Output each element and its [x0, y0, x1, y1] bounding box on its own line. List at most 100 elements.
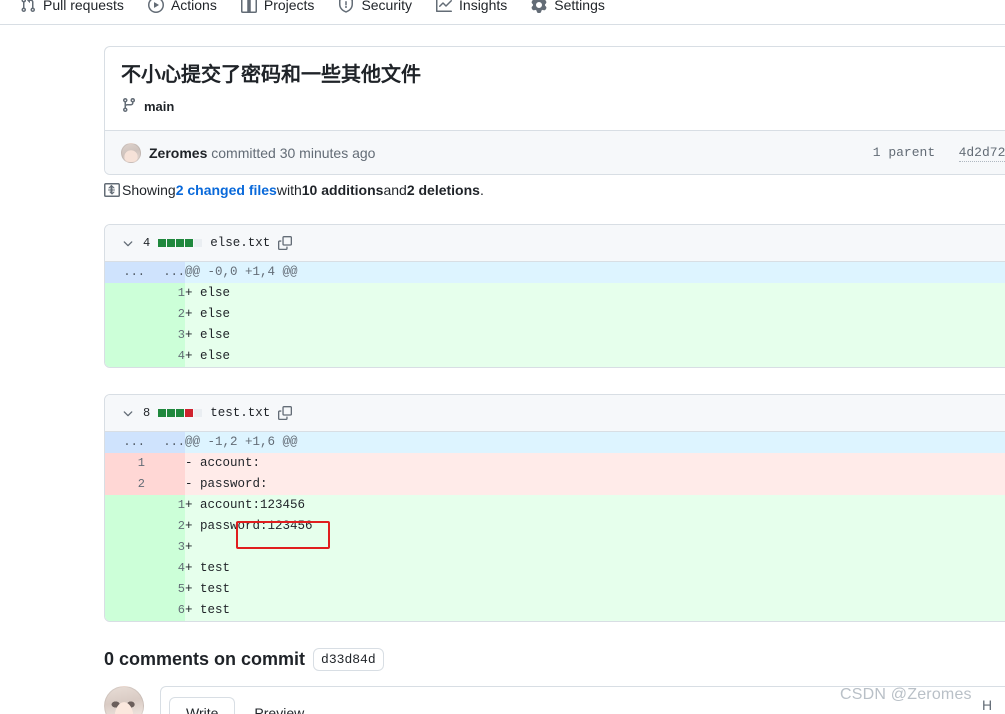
- nav-item-label: Actions: [170, 0, 217, 13]
- parent-label: 1 parent: [872, 145, 936, 160]
- commit-title: 不小心提交了密码和一些其他文件: [121, 64, 421, 86]
- user-avatar[interactable]: [104, 686, 144, 714]
- line-number-old: ...: [105, 432, 145, 453]
- line-number-new: [145, 453, 185, 474]
- branch-name[interactable]: main: [144, 99, 174, 114]
- commit-sha-badge[interactable]: d33d84d: [313, 648, 384, 671]
- diff-code-line: + else: [185, 325, 1005, 346]
- diff-code-line: + test: [185, 579, 1005, 600]
- nav-item-label: Insights: [459, 0, 508, 13]
- file-name[interactable]: else.txt: [210, 236, 270, 250]
- commit-time: committed 30 minutes ago: [211, 144, 376, 161]
- diff-row-add[interactable]: 6 + test: [105, 600, 1005, 621]
- line-number-new: 2: [145, 304, 185, 325]
- file-header: 4 else.txt: [105, 225, 1005, 262]
- play-circle-icon: [148, 0, 164, 13]
- tab-preview[interactable]: Preview: [237, 697, 321, 714]
- line-number-old: [105, 579, 145, 600]
- nav-item-projects[interactable]: Projects: [229, 0, 327, 22]
- line-number-old: ...: [105, 262, 145, 283]
- diff-row-add[interactable]: 5 + test: [105, 579, 1005, 600]
- line-number-old: [105, 346, 145, 367]
- nav-item-settings[interactable]: Settings: [519, 0, 617, 22]
- nav-item-label: Pull requests: [43, 0, 124, 13]
- diff-stat-bar: [158, 239, 203, 247]
- comments-heading: 0 comments on commit d33d84d: [104, 648, 384, 671]
- diff-row-del[interactable]: 1 - account:: [105, 453, 1005, 474]
- changed-files-link[interactable]: 2 changed files: [176, 182, 277, 198]
- diff-code-line: +: [185, 537, 1005, 558]
- line-number-old: [105, 495, 145, 516]
- diff-row-add[interactable]: 2 + else: [105, 304, 1005, 325]
- file-changes-count: 8: [143, 406, 151, 420]
- deletions-count: 2 deletions: [406, 182, 480, 198]
- line-number-old: [105, 558, 145, 579]
- copy-icon[interactable]: [278, 406, 293, 420]
- commit-card: 不小心提交了密码和一些其他文件 main Zeromes committed 3…: [104, 46, 1005, 175]
- nav-item-insights[interactable]: Insights: [424, 0, 519, 22]
- diff-row-hunk[interactable]: ...... @@ -1,2 +1,6 @@: [105, 432, 1005, 453]
- avatar[interactable]: [121, 142, 141, 163]
- diff-body-0: ...... @@ -0,0 +1,4 @@ 1 + else 2 + else 3 + el…: [105, 262, 1005, 367]
- nav-item-pull-requests[interactable]: Pull requests: [8, 0, 136, 22]
- diff-code-line: + account:123456: [185, 495, 1005, 516]
- line-number-new: 4: [145, 558, 185, 579]
- line-number-new: [145, 474, 185, 495]
- file-diff-else-txt: 4 else.txt ...... @@ -0,0 +1,4 @@ 1 + else 2…: [104, 224, 1005, 368]
- diff-code-line: + test: [185, 558, 1005, 579]
- diff-row-add[interactable]: 4 + test: [105, 558, 1005, 579]
- gear-icon: [531, 0, 547, 13]
- nav-item-actions[interactable]: Actions: [136, 0, 229, 22]
- diff-row-add[interactable]: 1 + account:123456: [105, 495, 1005, 516]
- line-number-old: [105, 304, 145, 325]
- nav-item-label: Security: [361, 0, 413, 13]
- header-strip: [0, 25, 1005, 35]
- nav-item-security[interactable]: Security: [326, 0, 424, 22]
- diff-code-line: @@ -1,2 +1,6 @@: [185, 432, 1005, 453]
- diff-row-add[interactable]: 2 + password:123456: [105, 516, 1005, 537]
- diff-code-line: + else: [185, 346, 1005, 367]
- line-number-old: [105, 283, 145, 304]
- diff-summary: Showing 2 changed files with 10 addition…: [104, 182, 484, 198]
- diff-row-hunk[interactable]: ...... @@ -0,0 +1,4 @@: [105, 262, 1005, 283]
- commit-meta: Zeromes committed 30 minutes ago 1 paren…: [105, 130, 1005, 174]
- diff-row-add[interactable]: 3 +: [105, 537, 1005, 558]
- diff-code-line: + else: [185, 304, 1005, 325]
- diff-code-line: - password:: [185, 474, 1005, 495]
- line-number-new: 6: [145, 600, 185, 621]
- file-header: 8 test.txt: [105, 395, 1005, 432]
- commit-author[interactable]: Zeromes: [149, 145, 207, 161]
- diff-row-del[interactable]: 2 - password:: [105, 474, 1005, 495]
- diff-table: ...... @@ -1,2 +1,6 @@ 1- account: 2- passw…: [105, 432, 1005, 621]
- parent-info: 1 parent 4d2d729: [872, 145, 1005, 162]
- repo-nav: Pull requests Actions Projects Security …: [0, 0, 1005, 24]
- diff-code-line: + test: [185, 600, 1005, 621]
- github-commit-page: Pull requests Actions Projects Security …: [0, 0, 1005, 714]
- parent-sha[interactable]: 4d2d729: [958, 145, 1005, 162]
- diff-row-add[interactable]: 1 + else: [105, 283, 1005, 304]
- chevron-down-icon[interactable]: [121, 406, 135, 420]
- diff-row-add[interactable]: 3 + else: [105, 325, 1005, 346]
- tab-write[interactable]: Write: [169, 697, 236, 714]
- shield-alert-icon: [338, 0, 354, 13]
- line-number-new: ...: [145, 262, 185, 283]
- line-number-old: 2: [105, 474, 145, 495]
- git-pull-request-icon: [20, 0, 36, 13]
- summary-suffix: .: [479, 182, 484, 198]
- git-branch-icon: [121, 97, 137, 116]
- chevron-down-icon[interactable]: [121, 236, 135, 250]
- commit-branch: main: [105, 88, 1005, 130]
- diff-code-line: + else: [185, 283, 1005, 304]
- copy-icon[interactable]: [278, 236, 293, 250]
- line-number-new: 4: [145, 346, 185, 367]
- comments-count-text: 0 comments on commit: [104, 649, 306, 669]
- heading-icon[interactable]: H: [979, 697, 995, 713]
- file-changes-count: 4: [143, 236, 151, 250]
- line-number-old: [105, 516, 145, 537]
- file-name[interactable]: test.txt: [210, 406, 270, 420]
- additions-count: 10 additions: [301, 182, 384, 198]
- line-number-old: [105, 325, 145, 346]
- nav-item-label: Projects: [263, 0, 315, 13]
- diff-code-line: + password:123456: [185, 516, 1005, 537]
- diff-row-add[interactable]: 4 + else: [105, 346, 1005, 367]
